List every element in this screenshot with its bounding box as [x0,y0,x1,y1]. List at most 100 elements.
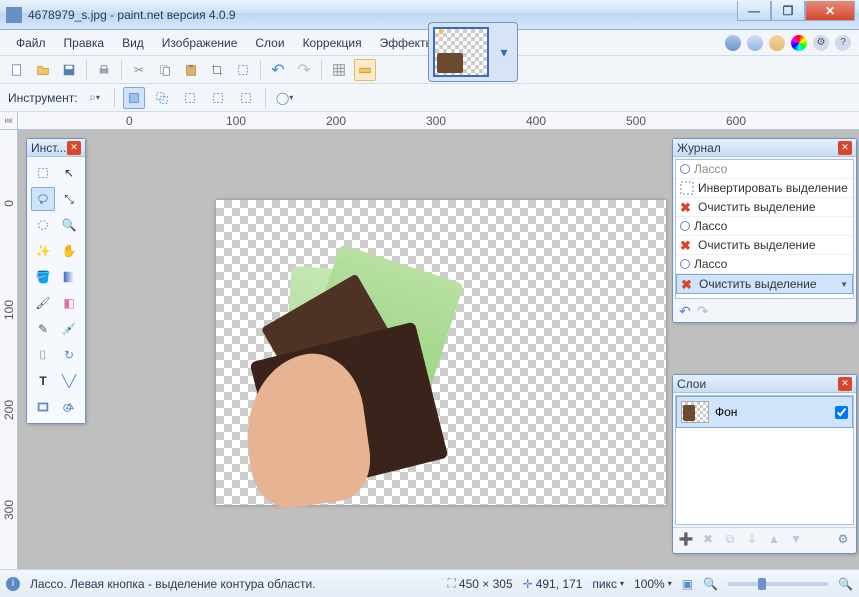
invert-icon [680,181,694,195]
undo-button[interactable]: ↶ [267,59,289,81]
layer-row[interactable]: Фон [676,396,853,428]
menu-layers[interactable]: Слои [247,33,292,53]
fit-window-button[interactable]: ▣ [682,577,693,591]
menu-file[interactable]: Файл [8,33,54,53]
tools-panel: Инст...✕ ↖ ⤡ 🔍 ✨ ✋ 🪣 🖌 ◧ ✎ 💉 ⌷ ↻ T ╲╱ [26,138,86,424]
tool-ellipse-select[interactable] [31,213,55,237]
history-item[interactable]: Лассо [676,160,853,179]
tool-eraser[interactable]: ◧ [57,291,81,315]
tools-panel-close[interactable]: ✕ [67,141,81,155]
duplicate-layer-button[interactable]: ⧉ [721,530,739,548]
layers-panel-title: Слои [677,377,838,391]
history-list[interactable]: Лассо Инвертировать выделение ✖Очистить … [675,159,854,299]
selection-mode-intersect[interactable] [207,87,229,109]
history-item[interactable]: ✖Очистить выделение▼ [676,274,853,294]
selection-mode-add[interactable] [151,87,173,109]
delete-icon: ✖ [680,200,694,214]
history-panel-close[interactable]: ✕ [838,141,852,155]
selection-mode-subtract[interactable] [179,87,201,109]
help-icon[interactable]: ? [835,35,851,51]
zoom-in-button[interactable]: 🔍 [838,577,853,591]
tool-clone-stamp[interactable]: ⌷ [31,343,55,367]
copy-button[interactable] [154,59,176,81]
move-layer-down-button[interactable]: ▼ [787,530,805,548]
status-unit-dropdown[interactable]: пикс▾ [592,577,624,591]
redo-button[interactable]: ↷ [293,59,315,81]
tool-pencil[interactable]: ✎ [31,317,55,341]
ruler-button[interactable] [354,59,376,81]
history-window-icon[interactable] [747,35,763,51]
new-file-button[interactable] [6,59,28,81]
move-layer-up-button[interactable]: ▲ [765,530,783,548]
current-tool-dropdown[interactable]: ⌕▾ [84,87,106,109]
tool-pan[interactable]: ✋ [57,239,81,263]
zoom-slider[interactable] [728,582,828,586]
tool-color-picker[interactable]: 💉 [57,317,81,341]
menu-adjust[interactable]: Коррекция [295,33,370,53]
cut-button[interactable]: ✂ [128,59,150,81]
layers-panel-close[interactable]: ✕ [838,377,852,391]
paste-button[interactable] [180,59,202,81]
layers-list[interactable]: Фон [675,395,854,525]
history-redo-button[interactable]: ↷ [697,303,709,320]
grid-button[interactable] [328,59,350,81]
status-bar: i Лассо. Левая кнопка - выделение контур… [0,569,859,597]
maximize-button[interactable]: ❐ [771,1,805,21]
close-button[interactable]: ✕ [805,1,855,21]
colors-window-icon[interactable] [791,35,807,51]
history-item[interactable]: Лассо [676,217,853,236]
tool-recolor[interactable]: ↻ [57,343,81,367]
tool-gradient[interactable] [57,265,81,289]
history-item[interactable]: ✖Очистить выделение [676,198,853,217]
add-layer-button[interactable]: ➕ [677,530,695,548]
history-item[interactable]: ✖Очистить выделение [676,236,853,255]
image-thumbnail[interactable]: ★ [433,27,489,77]
modified-star-icon: ★ [437,27,446,38]
instrument-label: Инструмент: [8,91,78,105]
tool-text[interactable]: T [31,369,55,393]
tool-rectangle-select[interactable] [31,161,55,185]
menu-view[interactable]: Вид [114,33,152,53]
tools-window-icon[interactable] [725,35,741,51]
flood-mode-dropdown[interactable]: ◯▾ [274,87,296,109]
image-thumbnail-strip: ★ ▾ [428,22,518,82]
history-undo-button[interactable]: ↶ [679,303,691,320]
chevron-down-icon[interactable]: ▼ [840,280,848,289]
tool-magic-wand[interactable]: ✨ [31,239,55,263]
tool-move-pixels[interactable]: ⤡ [57,187,81,211]
minimize-button[interactable]: — [737,1,771,21]
layer-visibility-checkbox[interactable] [835,406,848,419]
history-panel-title: Журнал [677,141,838,155]
open-file-button[interactable] [32,59,54,81]
tool-paint-bucket[interactable]: 🪣 [31,265,55,289]
selection-mode-replace[interactable] [123,87,145,109]
tool-line[interactable]: ╲╱ [57,369,81,393]
layer-thumbnail [681,401,709,423]
tool-zoom[interactable]: 🔍 [57,213,81,237]
selection-mode-invert[interactable] [235,87,257,109]
tool-paintbrush[interactable]: 🖌 [31,291,55,315]
layers-window-icon[interactable] [769,35,785,51]
tool-lasso[interactable] [31,187,55,211]
layer-properties-button[interactable]: ⚙ [834,530,852,548]
menu-edit[interactable]: Правка [56,33,113,53]
save-button[interactable] [58,59,80,81]
history-item[interactable]: Инвертировать выделение [676,179,853,198]
merge-layer-button[interactable]: ⇓ [743,530,761,548]
zoom-out-button[interactable]: 🔍 [703,577,718,591]
crop-button[interactable] [206,59,228,81]
tool-rectangle-shape[interactable] [31,395,55,419]
canvas[interactable]: 100 [216,200,666,505]
tool-shapes[interactable] [57,395,81,419]
delete-layer-button[interactable]: ✖ [699,530,717,548]
lasso-icon [680,221,690,231]
deselect-button[interactable] [232,59,254,81]
print-button[interactable] [93,59,115,81]
status-zoom[interactable]: 100%▾ [634,577,672,591]
menu-image[interactable]: Изображение [154,33,246,53]
thumbnail-menu-button[interactable]: ▾ [495,43,513,61]
settings-icon[interactable]: ⚙ [813,35,829,51]
tool-move-selection[interactable]: ↖ [57,161,81,185]
lasso-icon [680,259,690,269]
history-item[interactable]: Лассо [676,255,853,274]
